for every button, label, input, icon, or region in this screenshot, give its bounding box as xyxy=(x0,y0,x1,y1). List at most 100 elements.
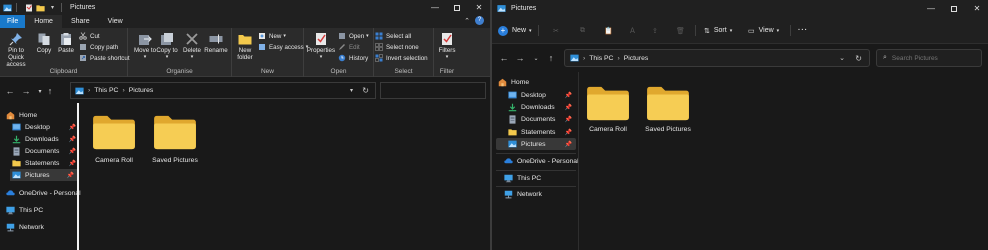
sidebar-item-home[interactable]: Home xyxy=(498,76,578,88)
tab-file[interactable]: File xyxy=(0,15,26,28)
sidebar-item-desktop[interactable]: Desktop 📌 xyxy=(508,89,576,101)
forward-button[interactable]: → xyxy=(514,52,526,64)
edit-button[interactable]: Edit xyxy=(338,42,360,52)
title-bar: Pictures — ✕ xyxy=(492,0,988,17)
customize-toolbar-icon[interactable]: ▾ xyxy=(48,3,57,12)
maximize-button[interactable] xyxy=(446,0,468,15)
close-button[interactable]: ✕ xyxy=(966,0,988,17)
move-to-button[interactable]: Move to ▾ xyxy=(134,32,156,61)
delete-button[interactable]: Delete ▾ xyxy=(180,32,204,61)
open-button[interactable]: Open ▾ xyxy=(338,31,369,41)
properties-button[interactable]: Properties ▾ xyxy=(306,32,336,61)
folder-item[interactable]: Camera Roll xyxy=(86,113,142,164)
sidebar-item-this-pc[interactable]: This PC xyxy=(6,204,80,216)
new-item-icon xyxy=(259,33,265,39)
collapse-ribbon-icon[interactable]: ⌃ xyxy=(464,17,470,25)
paste-button[interactable]: 📋 xyxy=(604,24,613,37)
desktop-icon xyxy=(12,123,21,132)
sort-button[interactable]: ⇅ Sort ▾ xyxy=(704,24,732,37)
refresh-icon[interactable]: ↻ xyxy=(855,54,862,63)
copy-button[interactable]: Copy xyxy=(34,32,54,54)
copy-icon xyxy=(38,33,50,45)
maximize-button[interactable] xyxy=(943,0,965,17)
tab-home[interactable]: Home xyxy=(25,15,62,28)
filters-button[interactable]: Filters ▾ xyxy=(436,32,458,61)
select-none-button[interactable]: Select none xyxy=(375,42,419,52)
minimize-button[interactable]: — xyxy=(920,0,942,17)
sidebar-item-network[interactable]: Network xyxy=(504,188,578,200)
tab-view[interactable]: View xyxy=(99,15,132,28)
pin-label: Pin to Quick access xyxy=(6,47,26,68)
sidebar-item-statements[interactable]: Statements 📌 xyxy=(508,126,576,138)
close-button[interactable]: ✕ xyxy=(468,0,490,15)
sidebar-item-pictures[interactable]: Pictures 📌 xyxy=(496,138,576,150)
breadcrumb-pictures[interactable]: Pictures xyxy=(624,55,649,62)
search-input[interactable] xyxy=(891,54,972,62)
sidebar-item-onedrive[interactable]: OneDrive - Personal xyxy=(504,155,579,167)
cut-button[interactable]: ✂ xyxy=(553,24,559,37)
sidebar-item-documents[interactable]: Documents 📌 xyxy=(12,145,80,157)
folder-item[interactable]: Saved Pictures xyxy=(641,84,695,133)
pictures-icon xyxy=(508,140,517,149)
help-icon[interactable]: ? xyxy=(475,16,484,25)
new-folder-quick-icon[interactable] xyxy=(36,3,45,12)
rename-button[interactable]: Ａ xyxy=(629,24,636,37)
minimize-button[interactable]: — xyxy=(424,0,446,15)
sidebar-item-downloads[interactable]: Downloads 📌 xyxy=(508,101,576,113)
sidebar-item-statements[interactable]: Statements 📌 xyxy=(12,157,80,169)
sort-label: Sort xyxy=(713,27,727,34)
new-item-button[interactable]: New ▾ xyxy=(258,31,286,41)
easy-access-button[interactable]: Easy access ▾ xyxy=(258,42,308,52)
invert-selection-button[interactable]: Invert selection xyxy=(375,53,428,63)
navigation-pane: Home Desktop 📌 Downloads 📌 Documents 📌 S… xyxy=(0,102,81,250)
paste-button[interactable]: Paste xyxy=(55,32,77,54)
address-dropdown-icon[interactable]: ⌄ xyxy=(839,54,845,62)
breadcrumb-this-pc[interactable]: This PC xyxy=(589,55,613,62)
refresh-icon[interactable]: ↻ xyxy=(362,86,369,95)
delete-button[interactable]: 🗑 xyxy=(676,24,685,37)
search-box[interactable]: ⌕ xyxy=(876,49,982,67)
address-dropdown-icon[interactable]: ▾ xyxy=(350,87,353,94)
recent-locations-icon[interactable]: ⌄ xyxy=(530,52,542,64)
rename-button[interactable]: Rename xyxy=(204,32,228,54)
sidebar-item-onedrive[interactable]: OneDrive - Personal xyxy=(6,187,81,199)
open-icon xyxy=(339,33,345,39)
properties-quick-icon[interactable] xyxy=(24,3,33,12)
home-icon xyxy=(498,78,507,87)
paste-shortcut-button[interactable]: Paste shortcut xyxy=(79,53,130,63)
view-button[interactable]: ▭ View ▾ xyxy=(748,24,779,37)
more-options-button[interactable]: ··· xyxy=(798,24,808,37)
folder-item[interactable]: Saved Pictures xyxy=(143,113,207,164)
pin-to-quick-access-button[interactable]: Pin to Quick access xyxy=(0,32,32,68)
search-input[interactable] xyxy=(380,82,486,99)
sidebar-item-this-pc[interactable]: This PC xyxy=(504,172,578,184)
sidebar-item-pictures[interactable]: Pictures 📌 xyxy=(10,169,78,181)
address-bar[interactable]: › This PC › Pictures ⌄ ↻ xyxy=(564,49,870,67)
forward-button[interactable]: → xyxy=(20,85,32,97)
sidebar-item-home[interactable]: Home xyxy=(6,109,80,121)
share-button[interactable]: ⇪ xyxy=(652,24,658,37)
new-button[interactable]: + New ▾ xyxy=(498,24,532,37)
tab-share[interactable]: Share xyxy=(62,15,99,28)
sidebar-item-documents[interactable]: Documents 📌 xyxy=(508,113,576,125)
sidebar-item-downloads[interactable]: Downloads 📌 xyxy=(12,133,80,145)
sidebar-item-desktop[interactable]: Desktop 📌 xyxy=(12,121,80,133)
breadcrumb-this-pc[interactable]: This PC xyxy=(94,87,118,94)
sidebar-item-network[interactable]: Network xyxy=(6,221,80,233)
folder-item[interactable]: Camera Roll xyxy=(585,84,631,133)
breadcrumb-pictures[interactable]: Pictures xyxy=(129,87,154,94)
cut-button[interactable]: Cut xyxy=(79,31,100,41)
new-folder-button[interactable]: New folder xyxy=(234,32,256,61)
history-button[interactable]: History xyxy=(338,53,368,63)
copy-button[interactable]: ⧉ xyxy=(580,24,585,37)
clipboard-group-label: Clipboard xyxy=(49,68,78,75)
copy-to-button[interactable]: Copy to ▾ xyxy=(156,32,178,61)
back-button[interactable]: ← xyxy=(498,52,510,64)
address-bar[interactable]: › This PC › Pictures ▾ ↻ xyxy=(70,82,376,99)
up-button[interactable]: ↑ xyxy=(545,52,557,64)
back-button[interactable]: ← xyxy=(4,85,16,97)
up-button[interactable]: ↑ xyxy=(44,85,56,97)
pane-splitter[interactable] xyxy=(77,103,79,250)
copy-path-button[interactable]: Copy path xyxy=(79,42,118,52)
select-all-button[interactable]: Select all xyxy=(375,31,411,41)
